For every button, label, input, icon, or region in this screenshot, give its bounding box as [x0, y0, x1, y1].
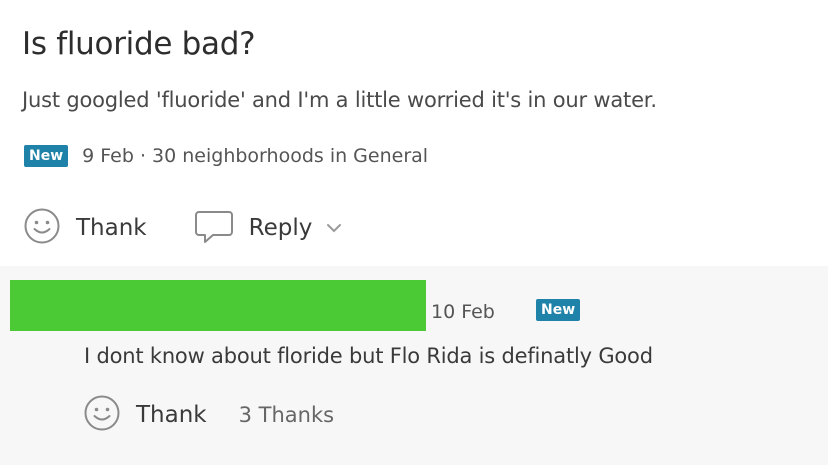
- post-meta: New 9 Feb · 30 neighborhoods in General: [24, 141, 428, 171]
- reply-text: I dont know about floride but Flo Rida i…: [84, 344, 653, 368]
- speech-bubble-icon: [193, 206, 235, 250]
- thank-button[interactable]: Thank: [22, 206, 147, 250]
- reply-label: Reply: [248, 215, 313, 241]
- thank-label: Thank: [76, 215, 147, 241]
- post-actions: Thank Reply: [22, 206, 342, 250]
- redacted-author: [10, 280, 426, 331]
- reply-thank-label: Thank: [136, 402, 207, 428]
- reply-date: 10 Feb: [431, 301, 495, 323]
- smiley-icon: [82, 393, 122, 437]
- thanks-count[interactable]: 3 Thanks: [239, 403, 334, 427]
- new-badge: New: [24, 145, 69, 167]
- post-card: Is fluoride bad? Just googled 'fluoride'…: [0, 0, 828, 266]
- chevron-down-icon[interactable]: [326, 223, 342, 233]
- reply-thank-button[interactable]: Thank: [82, 393, 207, 437]
- reply-card: 10 Feb New I dont know about floride but…: [0, 266, 828, 465]
- post-title[interactable]: Is fluoride bad?: [22, 26, 256, 62]
- reply-actions: Thank 3 Thanks: [82, 394, 334, 436]
- smiley-icon: [22, 206, 62, 250]
- new-badge: New: [536, 299, 581, 321]
- post-meta-text: 9 Feb · 30 neighborhoods in General: [82, 145, 429, 167]
- reply-button[interactable]: Reply: [193, 206, 343, 250]
- post-body: Just googled 'fluoride' and I'm a little…: [22, 88, 657, 112]
